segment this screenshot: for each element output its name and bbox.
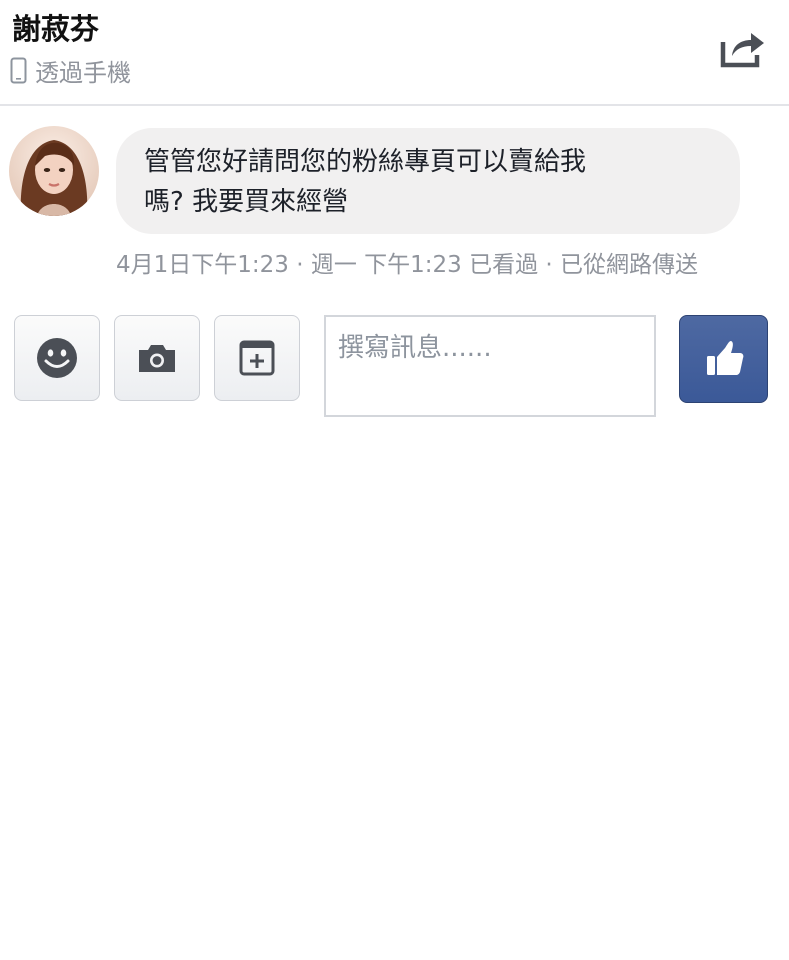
share-icon[interactable] — [720, 28, 766, 68]
sender-avatar[interactable] — [9, 126, 99, 216]
message-text-line-1: 管管您好請問您的粉絲專頁可以賣給我 — [144, 147, 587, 177]
via-device-label: 透過手機 — [35, 58, 131, 87]
thumbs-up-icon — [706, 341, 743, 375]
emoji-button[interactable] — [14, 315, 100, 401]
message-input[interactable] — [326, 317, 654, 415]
message-text-line-2: 嗎? 我要買來經營 — [144, 187, 349, 217]
attach-button[interactable] — [214, 315, 300, 401]
smiley-icon — [37, 338, 77, 378]
add-item-icon — [239, 340, 275, 376]
contact-name[interactable]: 謝菽芬 — [12, 6, 99, 48]
camera-icon — [139, 345, 175, 372]
camera-button[interactable] — [114, 315, 200, 401]
conversation-header: 謝菽芬 透過手機 — [0, 0, 789, 106]
avatar-image — [9, 126, 99, 216]
message-meta: 4月1日下午1:23 · 週一 下午1:23 已看過 · 已從網路傳送 — [116, 252, 699, 278]
message-compose-box[interactable] — [324, 315, 656, 417]
via-device-row: 透過手機 — [10, 54, 131, 87]
message-bubble[interactable]: 管管您好請問您的粉絲專頁可以賣給我 嗎? 我要買來經營 — [116, 128, 740, 234]
mobile-phone-icon — [10, 57, 27, 83]
like-button[interactable] — [679, 315, 768, 403]
